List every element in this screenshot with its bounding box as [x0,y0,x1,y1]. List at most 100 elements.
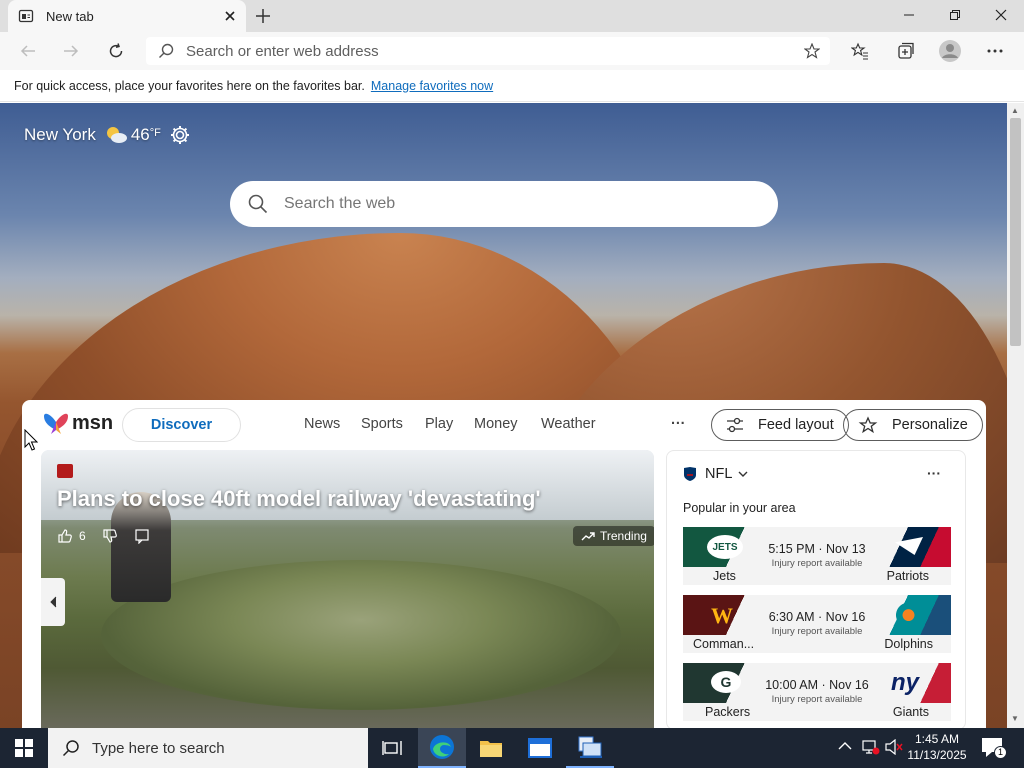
home-team-name: Jets [713,569,736,583]
web-search-placeholder: Search the web [284,195,396,212]
thumbs-up-icon[interactable] [57,528,73,544]
game-row-commanders-dolphins[interactable]: W 6:30 AM · Nov 16 Injury report availab… [683,595,951,653]
refresh-icon[interactable] [106,41,126,61]
hero-reactions: 6 [57,528,150,544]
close-window-button[interactable] [978,0,1024,30]
search-icon [248,194,268,214]
weather-unit: °F [149,127,161,139]
nfl-league-selector[interactable]: NFL [683,466,748,482]
hero-image-model-railway [101,560,621,710]
remote-desktop-button[interactable] [566,728,614,768]
game-row-packers-giants[interactable]: G ny 10:00 AM · Nov 16 Injury report ava… [683,663,951,721]
chevron-down-icon [738,471,748,477]
scroll-up-arrow-icon[interactable]: ▲ [1011,106,1019,115]
home-team-name: Packers [705,705,751,719]
browser-tab[interactable]: New tab [8,0,246,32]
home-team-name: Comman... [693,637,755,651]
tab-weather[interactable]: Weather [541,416,596,432]
commanders-logo-icon: W [711,603,733,628]
hero-title[interactable]: Plans to close 40ft model railway 'devas… [57,486,541,512]
nfl-title: NFL [705,466,733,482]
start-button[interactable] [0,728,48,768]
away-team-name: Giants [892,705,929,719]
sliders-icon [727,417,743,433]
minimize-button[interactable] [886,0,932,30]
msn-feed-card: msn Discover News Sports Play Money Weat… [22,400,986,730]
comment-icon[interactable] [134,528,150,544]
msn-logo-text: msn [72,411,114,434]
bbc-news-logo-icon [57,464,73,478]
carousel-previous-button[interactable] [41,578,65,626]
game-time: 5:15 PM · Nov 13 [768,542,866,556]
trending-arrow-icon [581,532,595,541]
favorites-bar: For quick access, place your favorites h… [0,70,1024,102]
trending-badge: Trending [573,526,654,546]
tab-play[interactable]: Play [425,416,453,432]
task-view-icon [382,741,402,755]
tab-title: New tab [46,8,94,24]
chevron-left-icon [50,596,57,608]
thumbs-down-icon[interactable] [102,528,118,544]
scroll-down-arrow-icon[interactable]: ▼ [1011,714,1019,723]
task-view-button[interactable] [368,728,416,768]
tab-sports[interactable]: Sports [361,416,403,432]
personalize-label: Personalize [892,417,968,433]
tab-news[interactable]: News [304,416,340,432]
trending-label: Trending [600,529,647,543]
game-row-jets-patriots[interactable]: JETS 5:15 PM · Nov 13 Injury report avai… [683,527,951,585]
favorites-bar-text: For quick access, place your favorites h… [14,78,365,93]
windows-logo-icon [15,739,33,757]
profile-avatar-icon[interactable] [938,39,962,63]
packers-logo-icon: G [711,671,741,693]
back-icon[interactable] [19,42,37,60]
hero-story[interactable]: Plans to close 40ft model railway 'devas… [41,450,654,730]
taskbar-clock[interactable]: 1:45 AM 11/13/2025 [898,731,976,763]
favorites-icon[interactable] [851,42,869,60]
action-center-button[interactable]: 1 [980,736,1008,760]
remote-desktop-icon [578,736,602,758]
partly-cloudy-icon [104,124,128,146]
taskbar-search[interactable]: Type here to search [48,728,368,768]
mouse-cursor-icon [24,429,38,451]
feed-layout-button[interactable]: Feed layout [711,409,849,441]
away-team-name: Patriots [886,569,929,583]
sparkle-star-icon [858,416,878,434]
tab-money[interactable]: Money [474,416,518,432]
weather-temp: 46 [130,125,150,144]
address-bar[interactable]: Search or enter web address [146,37,830,65]
manage-favorites-link[interactable]: Manage favorites now [371,79,493,93]
file-explorer-button[interactable] [467,728,515,768]
weather-widget[interactable]: New York 46 °F [24,124,191,146]
game-time: 6:30 AM · Nov 16 [768,610,866,624]
tab-discover[interactable]: Discover [122,408,241,442]
close-tab-icon[interactable] [224,10,236,22]
settings-more-icon[interactable] [986,42,1004,60]
forward-icon[interactable] [62,42,80,60]
msn-nav-bar: msn Discover News Sports Play Money Weat… [22,400,986,448]
app-window-button[interactable] [516,728,564,768]
clock-date: 11/13/2025 [907,748,967,762]
msn-logo[interactable]: msn [42,410,113,436]
show-hidden-icons-chevron-icon[interactable] [838,741,852,751]
scrollbar-thumb[interactable] [1010,118,1021,346]
restore-button[interactable] [932,0,978,30]
personalize-button[interactable]: Personalize [843,409,983,441]
gear-icon[interactable] [169,124,191,146]
web-search-box[interactable]: Search the web [230,181,778,227]
network-icon[interactable] [862,738,880,756]
favorite-star-icon[interactable] [804,43,820,59]
nfl-shield-icon [684,467,696,481]
game-time: 10:00 AM · Nov 16 [765,678,869,692]
folder-icon [480,741,502,757]
app-window-icon [528,738,552,758]
edge-taskbar-button[interactable] [418,728,466,768]
new-tab-button[interactable] [254,7,272,25]
notification-count-badge: 1 [994,746,1007,759]
nfl-more-button[interactable]: ··· [927,465,941,481]
more-tabs-button[interactable]: ··· [671,416,686,432]
collections-icon[interactable] [896,42,914,60]
butterfly-icon [44,413,68,434]
edge-icon [430,735,454,759]
nfl-subtitle: Popular in your area [683,501,796,515]
clock-time: 1:45 AM [914,732,960,746]
